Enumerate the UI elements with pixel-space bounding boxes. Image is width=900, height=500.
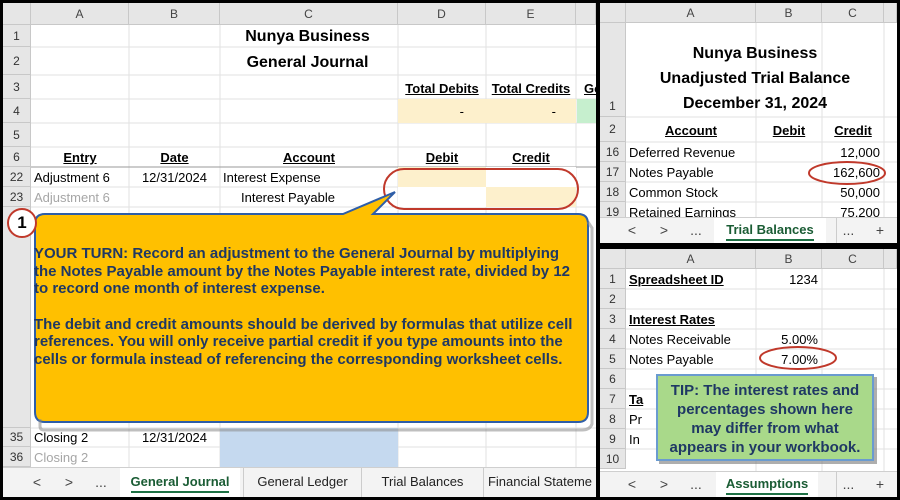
as-more-right-button[interactable]: ... [836, 472, 860, 497]
sheet-title-business: Nunya Business [245, 28, 370, 45]
tb-head-debit: Debit [772, 123, 806, 138]
as-more-left-button[interactable]: ... [684, 472, 708, 497]
as-prev-sheet-button[interactable]: < [620, 472, 644, 497]
tb-title-report: Unadjusted Trial Balance [659, 70, 851, 87]
col-head-debit: Debit [425, 150, 459, 165]
tip-box: TIP: The interest rates and percentages … [656, 374, 874, 461]
tb-r16-credit[interactable]: 12,000 [822, 142, 880, 162]
row-header-5[interactable]: 5 [3, 123, 31, 147]
as-notes-payable-label: Notes Payable [629, 352, 714, 367]
tb-title-business: Nunya Business [692, 45, 818, 62]
trial-balance-sheet: A B C 1 2 16 17 18 19 Nunya Business Una… [600, 3, 897, 243]
as-tab-assumptions-label: Assumptions [725, 476, 809, 495]
col-head-date: Date [160, 150, 189, 165]
as-row-header-7[interactable]: 7 [600, 389, 626, 409]
r36-entry[interactable]: Closing 2 [34, 447, 88, 467]
tab-general-ledger[interactable]: General Ledger [243, 468, 361, 497]
as-r7-label: Ta [629, 392, 644, 407]
as-row-header-5[interactable]: 5 [600, 349, 626, 369]
tb-row-header-18[interactable]: 18 [600, 182, 626, 202]
tb-row-header-17[interactable]: 17 [600, 162, 626, 182]
tab-financial-statements[interactable]: Financial Stateme [483, 468, 596, 497]
more-sheets-button[interactable]: ... [89, 468, 113, 497]
as-row-header-3[interactable]: 3 [600, 309, 626, 329]
next-sheet-button[interactable]: > [57, 468, 81, 497]
row-header-1[interactable]: 1 [3, 25, 31, 47]
col-head-credit: Credit [512, 150, 550, 165]
tb-r17-account[interactable]: Notes Payable [629, 162, 714, 182]
total-debits-value: - [459, 104, 464, 119]
row-header-4[interactable]: 4 [3, 99, 31, 123]
total-credits-value: - [551, 104, 556, 119]
as-r9-label: In [629, 432, 640, 447]
as-row-header-9[interactable]: 9 [600, 429, 626, 449]
tb-row-header-19[interactable]: 19 [600, 202, 626, 218]
tb-head-credit: Credit [834, 123, 872, 138]
tb-row-header-2[interactable]: 2 [600, 117, 626, 142]
tb-row-header-1[interactable]: 1 [600, 23, 626, 117]
tb-add-sheet-button[interactable]: + [868, 218, 892, 243]
row-header-2[interactable]: 2 [3, 47, 31, 75]
total-debits-label: Total Debits [405, 81, 479, 96]
row-header-6[interactable]: 6 [3, 147, 31, 167]
row-header-3[interactable]: 3 [3, 75, 31, 99]
interest-rate-highlight-oval [759, 346, 837, 370]
total-credits-label: Total Credits [491, 81, 571, 96]
notes-payable-highlight-oval [808, 161, 886, 185]
as-sheet-tab-bar: < > ... Assumptions ... + [600, 471, 897, 497]
tb-sheet-tab-bar: < > ... Trial Balances ... + [600, 217, 897, 243]
instruction-paragraph-1: YOUR TURN: Record an adjustment to the G… [34, 245, 571, 297]
as-r8-label: Pr [629, 412, 642, 427]
sheet-tab-bar: < > ... General Journal General Ledger T… [3, 467, 596, 497]
row-header-36[interactable]: 36 [3, 447, 31, 467]
tab-general-journal[interactable]: General Journal [120, 468, 240, 497]
step-number-badge: 1 [7, 208, 37, 238]
tb-title-date: December 31, 2024 [682, 95, 828, 112]
tb-r19-credit[interactable]: 75,200 [822, 202, 880, 218]
tb-more-left-button[interactable]: ... [684, 218, 708, 243]
tb-next-sheet-button[interactable]: > [652, 218, 676, 243]
as-tab-assumptions[interactable]: Assumptions [716, 472, 818, 497]
as-row-header-4[interactable]: 4 [600, 329, 626, 349]
as-next-sheet-button[interactable]: > [652, 472, 676, 497]
as-interest-rates-label: Interest Rates [629, 312, 715, 327]
as-spreadsheet-id-value[interactable]: 1234 [756, 269, 818, 289]
partial-header: Go [584, 81, 596, 96]
as-add-sheet-button[interactable]: + [868, 472, 892, 497]
as-row-header-2[interactable]: 2 [600, 289, 626, 309]
as-spreadsheet-id-label: Spreadsheet ID [629, 272, 724, 287]
tip-text: TIP: The interest rates and percentages … [669, 382, 861, 456]
as-notes-receivable-label: Notes Receivable [629, 332, 731, 347]
col-head-entry: Entry [63, 150, 97, 165]
as-row-header-6[interactable]: 6 [600, 369, 626, 389]
tb-r19-account[interactable]: Retained Earnings [629, 202, 736, 218]
tab-trial-balances[interactable]: Trial Balances [361, 468, 483, 497]
tb-more-right-button[interactable]: ... [836, 218, 860, 243]
as-row-header-1[interactable]: 1 [600, 269, 626, 289]
as-row-header-8[interactable]: 8 [600, 409, 626, 429]
col-head-account: Account [283, 150, 335, 165]
tb-r16-account[interactable]: Deferred Revenue [629, 142, 735, 162]
tb-tab-trial-balances[interactable]: Trial Balances [714, 218, 826, 243]
green-status-cell[interactable] [577, 99, 596, 123]
tb-tab-trial-balances-label: Trial Balances [726, 222, 814, 241]
tb-prev-sheet-button[interactable]: < [620, 218, 644, 243]
total-debits-cell[interactable]: - [398, 99, 486, 123]
tb-row-header-16[interactable]: 16 [600, 142, 626, 162]
as-row-header-10[interactable]: 10 [600, 449, 626, 469]
prev-sheet-button[interactable]: < [25, 468, 49, 497]
sheet-title-journal: General Journal [246, 54, 369, 71]
tb-head-account: Account [665, 123, 717, 138]
tb-r18-account[interactable]: Common Stock [629, 182, 718, 202]
total-credits-cell[interactable]: - [486, 99, 576, 123]
instruction-paragraph-2: The debit and credit amounts should be d… [34, 315, 573, 368]
instruction-text-block: YOUR TURN: Record an adjustment to the G… [34, 245, 574, 368]
tab-general-journal-label: General Journal [130, 474, 230, 493]
